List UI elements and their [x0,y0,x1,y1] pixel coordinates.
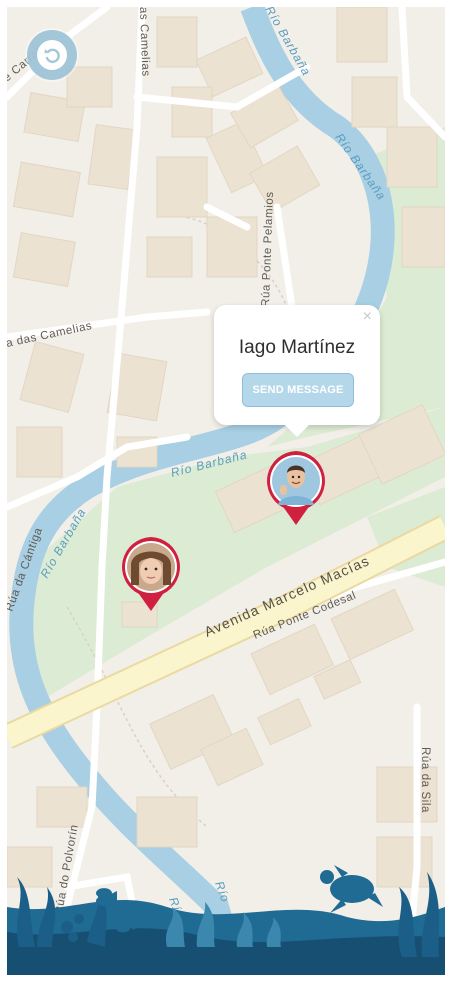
send-message-button[interactable]: SEND MESSAGE [242,373,354,407]
undo-button[interactable] [27,30,77,80]
contact-popup: × Iago Martínez SEND MESSAGE [214,305,380,437]
pin-marker-icon [122,537,180,611]
map-pin-male[interactable] [264,449,328,532]
contact-name: Iago Martínez [238,337,356,358]
sea-decoration [7,865,445,975]
map-view[interactable]: as Camelias a das Camelias e Carral Rúa … [7,7,445,975]
pin-marker-icon [267,451,325,525]
street-label-camelias-top: as Camelias [137,7,151,77]
close-icon[interactable]: × [363,309,372,325]
street-label-sila: Rúa da Sila [419,747,431,813]
map-pin-female[interactable] [119,535,183,618]
map-canvas[interactable]: as Camelias a das Camelias e Carral Rúa … [7,7,445,975]
turtle-icon [320,865,383,913]
undo-icon [37,40,67,70]
